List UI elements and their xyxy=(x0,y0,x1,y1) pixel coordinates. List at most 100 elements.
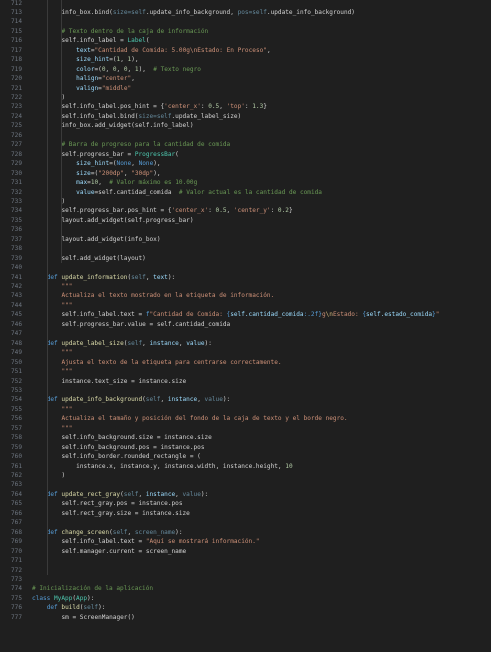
code-token: def xyxy=(46,490,62,498)
code-text: def update_information(self, text): xyxy=(47,273,175,282)
code-line[interactable]: 766 self.rect_gray.size = instance.size xyxy=(0,509,491,518)
code-line[interactable]: 727 # Barra de progreso para la cantidad … xyxy=(0,140,491,149)
code-line[interactable]: 728 self.progress_bar = ProgressBar( xyxy=(0,150,491,159)
code-line[interactable]: 756 Actualiza el tamaño y posición del fo… xyxy=(0,414,491,423)
code-line[interactable]: 740 xyxy=(0,263,491,272)
code-line[interactable]: 736 xyxy=(0,225,491,234)
code-line[interactable]: 767 xyxy=(0,518,491,527)
code-token: 'center_y' xyxy=(233,207,271,215)
code-line[interactable]: 724 self.info_label.bind(size=self.update… xyxy=(0,112,491,121)
code-text: # Barra de progreso para la cantidad de … xyxy=(61,140,230,149)
code-line[interactable]: 764 def update_rect_gray(self, instance, … xyxy=(0,490,491,499)
code-line[interactable]: 748 def update_label_size(self, instance,… xyxy=(0,339,491,348)
code-line[interactable]: 761 instance.x, instance.y, instance.widt… xyxy=(0,462,491,471)
code-line[interactable]: 713 info_box.bind(size=self.update_info_b… xyxy=(0,8,491,17)
code-token: .update_label_size) xyxy=(171,112,242,120)
code-token: pos=self xyxy=(237,8,267,16)
code-line[interactable]: 751 """ xyxy=(0,367,491,376)
code-line[interactable]: 722) xyxy=(0,93,491,102)
code-line[interactable]: 725 info_box.add_widget(self.info_label) xyxy=(0,121,491,130)
code-line[interactable]: 753 xyxy=(0,386,491,395)
code-token: self xyxy=(112,528,128,536)
code-line[interactable]: 772 xyxy=(0,566,491,575)
code-line[interactable]: 732 value=self.cantidad_comida # Valor ac… xyxy=(0,188,491,197)
code-line[interactable]: 776 def build(self): xyxy=(0,603,491,612)
code-line[interactable]: 712 xyxy=(0,0,491,8)
code-line[interactable]: 716 self.info_label = Label( xyxy=(0,36,491,45)
code-text: # Texto dentro de la caja de información xyxy=(61,27,208,36)
code-text: max=10, # Valor máximo es 10.00g xyxy=(76,178,197,187)
code-line[interactable]: 759 self.info_background.pos = instance.p… xyxy=(0,443,491,452)
code-line[interactable]: 729 size_hint=(None, None), xyxy=(0,159,491,168)
code-line[interactable]: 752 instance.text_size = instance.size xyxy=(0,377,491,386)
code-token: sm = ScreenManager() xyxy=(61,613,135,621)
code-token: self.info_label.text = xyxy=(61,311,146,319)
code-line[interactable]: 757 """ xyxy=(0,424,491,433)
code-line[interactable]: 719 color=(0, 0, 0, 1), # Texto negro xyxy=(0,65,491,74)
code-token: "Cantidad de Comida: xyxy=(149,311,227,319)
code-line[interactable]: 734 self.progress_bar.pos_hint = {'center… xyxy=(0,206,491,215)
code-editor[interactable]: 712 713 info_box.bind(size=self.update_inf… xyxy=(0,0,491,652)
code-line[interactable]: 758 self.info_background.size = instance.… xyxy=(0,433,491,442)
line-number: 735 xyxy=(10,216,22,224)
code-text: """ xyxy=(61,282,72,291)
line-number: 750 xyxy=(10,358,22,366)
code-line[interactable]: 769 self.info_label.text = "Aquí se mostr… xyxy=(0,537,491,546)
code-line[interactable]: 726 xyxy=(0,131,491,140)
code-line[interactable]: 744 """ xyxy=(0,301,491,310)
code-line[interactable]: 754 def update_info_background(self, inst… xyxy=(0,395,491,404)
line-number: 742 xyxy=(10,283,22,290)
code-line[interactable]: 773 xyxy=(0,575,491,584)
code-line[interactable]: 735 layout.add_widget(self.progress_bar) xyxy=(0,216,491,225)
code-line[interactable]: 763 xyxy=(0,480,491,489)
code-line[interactable]: 714 xyxy=(0,17,491,26)
code-token: =( xyxy=(109,160,117,168)
code-line[interactable]: 760 self.info_border.rounded_rectangle = … xyxy=(0,452,491,461)
code-line[interactable]: 777 sm = ScreenManager() xyxy=(0,613,491,622)
code-line[interactable]: 774 # Inicialización de la aplicación xyxy=(0,584,491,593)
code-token: text xyxy=(153,273,168,281)
code-line[interactable]: 762) xyxy=(0,471,491,480)
code-token: : xyxy=(208,207,216,215)
code-token: screen_name xyxy=(134,528,176,536)
line-number: 723 xyxy=(10,103,22,111)
code-token: , xyxy=(197,396,205,404)
code-token: size xyxy=(76,169,91,177)
code-line[interactable]: 738 xyxy=(0,244,491,253)
code-line[interactable]: 755 """ xyxy=(0,405,491,414)
code-line[interactable]: 747 xyxy=(0,329,491,338)
code-token: size_hint xyxy=(76,160,110,168)
code-line[interactable]: 730 size=("200dp", "30dp"), xyxy=(0,169,491,178)
code-line[interactable]: 770 self.manager.current = screen_name xyxy=(0,547,491,556)
code-line[interactable]: 737 layout.add_widget(info_box) xyxy=(0,235,491,244)
code-line[interactable]: 745 self.info_label.text = f"Cantidad de … xyxy=(0,310,491,319)
line-number: 714 xyxy=(10,18,22,26)
code-line[interactable]: 743 Actualiza el texto mostrado en la eti… xyxy=(0,291,491,300)
code-line[interactable]: 720 halign="center", xyxy=(0,74,491,83)
code-line[interactable]: 765 self.rect_gray.pos = instance.pos xyxy=(0,499,491,508)
line-number: 772 xyxy=(10,566,22,574)
code-line[interactable]: 749 """ xyxy=(0,348,491,357)
code-token: ), xyxy=(153,160,161,168)
code-line[interactable]: 723 self.info_label.pos_hint = {'center_x… xyxy=(0,102,491,111)
code-line[interactable]: 717 text="Cantidad de Comida: 5.00g\nEsta… xyxy=(0,46,491,55)
code-token: value xyxy=(76,188,95,196)
code-line[interactable]: 733) xyxy=(0,197,491,206)
code-line[interactable]: 768 def change_screen(self, screen_name): xyxy=(0,528,491,537)
code-line[interactable]: 731 max=10, # Valor máximo es 10.00g xyxy=(0,178,491,187)
code-text: value=self.cantidad_comida # Valor actua… xyxy=(76,188,322,197)
code-token: ), xyxy=(131,56,139,64)
code-token: , xyxy=(127,528,135,536)
code-line[interactable]: 721 valign="middle" xyxy=(0,84,491,93)
code-line[interactable]: 715 # Texto dentro de la caja de informac… xyxy=(0,27,491,36)
code-line[interactable]: 741 def update_information(self, text): xyxy=(0,273,491,282)
code-line[interactable]: 739 self.add_widget(layout) xyxy=(0,254,491,263)
code-line[interactable]: 742 """ xyxy=(0,282,491,291)
code-line[interactable]: 718 size_hint=(1, 1), xyxy=(0,55,491,64)
code-line[interactable]: 771 xyxy=(0,556,491,565)
code-token: halign xyxy=(76,75,99,83)
code-line[interactable]: 775 class MyApp(App): xyxy=(0,594,491,603)
code-line[interactable]: 746 self.progress_bar.value = self.cantid… xyxy=(0,320,491,329)
code-token: , xyxy=(131,160,139,168)
code-line[interactable]: 750 Ajusta el texto de la etiqueta para c… xyxy=(0,358,491,367)
